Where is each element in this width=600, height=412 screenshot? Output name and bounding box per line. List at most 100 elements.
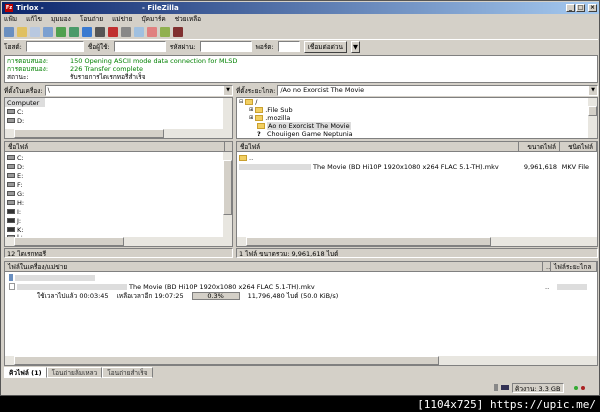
close-button[interactable]: × (588, 4, 597, 12)
drive-item[interactable]: C: (5, 153, 24, 162)
tree-item[interactable]: ⊟ / (237, 98, 597, 106)
drive-label: C: (17, 153, 24, 162)
search-icon[interactable] (173, 26, 183, 37)
drive-item[interactable]: D: (5, 162, 24, 171)
local-tree-hscrollbar[interactable] (5, 129, 232, 138)
column-header-filename[interactable]: ชื่อไฟล์ (237, 142, 519, 151)
chevron-down-icon[interactable]: ▼ (224, 86, 232, 95)
queue-file-row[interactable]: The Movie (BD Hi10P 1920x1080 x264 FLAC … (7, 282, 597, 291)
menu-view[interactable]: มุมมอง (51, 14, 71, 24)
parent-dir-row[interactable]: .. (237, 153, 597, 162)
queue-server-row[interactable] (7, 273, 597, 282)
window-title-site: Tirlox - (16, 4, 44, 12)
file-name: The Movie (BD Hi10P 1920x1080 x264 FLAC … (313, 162, 499, 171)
toggle-log-icon[interactable] (17, 26, 27, 37)
file-size: 9,961,618 (523, 162, 557, 171)
username-input[interactable] (113, 41, 166, 52)
drive-item[interactable]: K: (5, 225, 24, 234)
tab-queued-files[interactable]: คิวไฟล์ (1) (4, 367, 47, 378)
column-header-direction[interactable]: .. (543, 262, 551, 271)
parent-dir-label: .. (249, 153, 254, 162)
compare-icon[interactable] (147, 26, 157, 37)
column-header-local-file[interactable]: ไฟล์ในเครื่อง/แม่ข่าย (5, 262, 543, 271)
drive-icon (7, 200, 15, 205)
local-list-scrollbar[interactable] (223, 152, 232, 246)
site-manager-icon[interactable] (4, 26, 14, 37)
drive-item[interactable]: I: (5, 207, 24, 216)
encryption-icon (494, 384, 498, 391)
menu-file[interactable]: แฟ้ม (4, 14, 17, 24)
expand-icon[interactable]: ⊞ (249, 106, 253, 114)
drive-item[interactable]: H: (5, 198, 24, 207)
tree-item[interactable]: D: (5, 116, 232, 125)
tab-successful-transfers[interactable]: โอนถ่ายสำเร็จ (102, 367, 153, 378)
menu-help[interactable]: ช่วยเหลือ (175, 14, 201, 24)
menu-transfer[interactable]: โอนถ่าย (80, 14, 103, 24)
port-label: พอร์ต: (255, 42, 274, 51)
host-label: โฮสต์: (4, 42, 22, 51)
drive-icon (7, 218, 15, 223)
toggle-remote-tree-icon[interactable] (43, 26, 53, 37)
expand-icon[interactable]: ⊞ (249, 114, 253, 122)
tree-item[interactable]: C: (5, 107, 232, 116)
cancel-icon[interactable] (95, 26, 105, 37)
reconnect-icon[interactable] (121, 26, 131, 37)
process-queue-icon[interactable] (82, 26, 92, 37)
drive-item[interactable]: J: (5, 216, 24, 225)
chevron-down-icon[interactable]: ▼ (589, 86, 597, 95)
password-input[interactable] (199, 41, 252, 52)
remote-path-bar: ที่ตั้งระยะไกล: /Ao no Exorcist The Movi… (236, 85, 598, 96)
column-header-filesize[interactable]: ขนาดไฟล์ (519, 142, 560, 151)
host-input[interactable] (25, 41, 84, 52)
drive-label: I: (17, 207, 22, 216)
file-row[interactable]: The Movie (BD Hi10P 1920x1080 x264 FLAC … (237, 162, 597, 171)
refresh-icon[interactable] (69, 26, 79, 37)
menu-edit[interactable]: แก้ไข (26, 14, 42, 24)
local-path-input[interactable]: \ ▼ (44, 85, 233, 96)
folder-icon (239, 154, 247, 161)
drive-icon (7, 209, 15, 214)
tab-failed-transfers[interactable]: โอนถ่ายล้มเหลว (46, 367, 103, 378)
remote-file-list: ชื่อไฟล์ ขนาดไฟล์ ชนิดไฟล์ .. The Movie (B… (236, 141, 598, 247)
log-text: 150 Opening ASCII mode data connection f… (70, 57, 238, 65)
remote-tree-scrollbar[interactable] (588, 98, 597, 138)
password-label: รหัสผ่าน: (169, 42, 196, 51)
toggle-local-tree-icon[interactable] (30, 26, 40, 37)
drive-item[interactable]: G: (5, 189, 24, 198)
menu-server[interactable]: แม่ข่าย (112, 14, 132, 24)
quickconnect-dropdown[interactable]: ▼ (350, 40, 360, 53)
minimize-button[interactable]: _ (566, 4, 575, 12)
tree-item[interactable]: Computer (5, 98, 45, 107)
speed-limit-icon[interactable] (501, 385, 509, 390)
blurred-server-name (15, 274, 95, 281)
toggle-queue-icon[interactable] (56, 26, 66, 37)
progress-text: 0.3% (207, 291, 224, 300)
disconnect-icon[interactable] (108, 26, 118, 37)
menu-bookmarks[interactable]: บุ๊คมาร์ค (141, 14, 165, 24)
sync-browsing-icon[interactable] (160, 26, 170, 37)
maximize-button[interactable]: □ (576, 4, 585, 12)
tree-item[interactable]: ⊞ .mozilla (237, 114, 597, 122)
queue-tabs: คิวไฟล์ (1) โอนถ่ายล้มเหลว โอนถ่ายสำเร็จ (4, 367, 153, 378)
remote-list-hscrollbar[interactable] (237, 237, 597, 246)
column-header-filename[interactable]: ชื่อไฟล์ (5, 142, 225, 151)
collapse-icon[interactable]: ⊟ (239, 98, 243, 106)
tree-item[interactable]: ? Chouiigen Game Neptunia (237, 130, 597, 138)
queue-file-name: The Movie (BD Hi10P 1920x1080 x264 FLAC … (129, 282, 315, 291)
remote-path-input[interactable]: /Ao no Exorcist The Movie ▼ (277, 85, 598, 96)
local-path-label: ที่ตั้งในเครื่อง: (4, 86, 43, 95)
file-type: MKV File (561, 162, 589, 171)
tree-item-selected[interactable]: Ao no Exorcist The Movie (237, 122, 597, 130)
local-list-hscrollbar[interactable] (5, 237, 232, 246)
drive-item[interactable]: F: (5, 180, 24, 189)
transferred-bytes: 11,796,480 ไบต์ (50.0 KiB/s) (247, 291, 339, 300)
quickconnect-button[interactable]: เชื่อมต่อด่วน (303, 40, 347, 53)
column-header-remote-file[interactable]: ไฟล์ระยะไกล (551, 262, 597, 271)
queue-hscrollbar[interactable] (5, 356, 597, 365)
directory-listing-filter-icon[interactable] (134, 26, 144, 37)
tree-item[interactable]: ⊞ .File Sub (237, 106, 597, 114)
queue-progress-row: ใช้เวลาไปแล้ว 00:03:45 เหลือเวลาอีก 19:07… (7, 291, 597, 300)
port-input[interactable] (277, 41, 300, 52)
column-header-filetype[interactable]: ชนิดไฟล์ (560, 142, 597, 151)
drive-item[interactable]: E: (5, 171, 24, 180)
